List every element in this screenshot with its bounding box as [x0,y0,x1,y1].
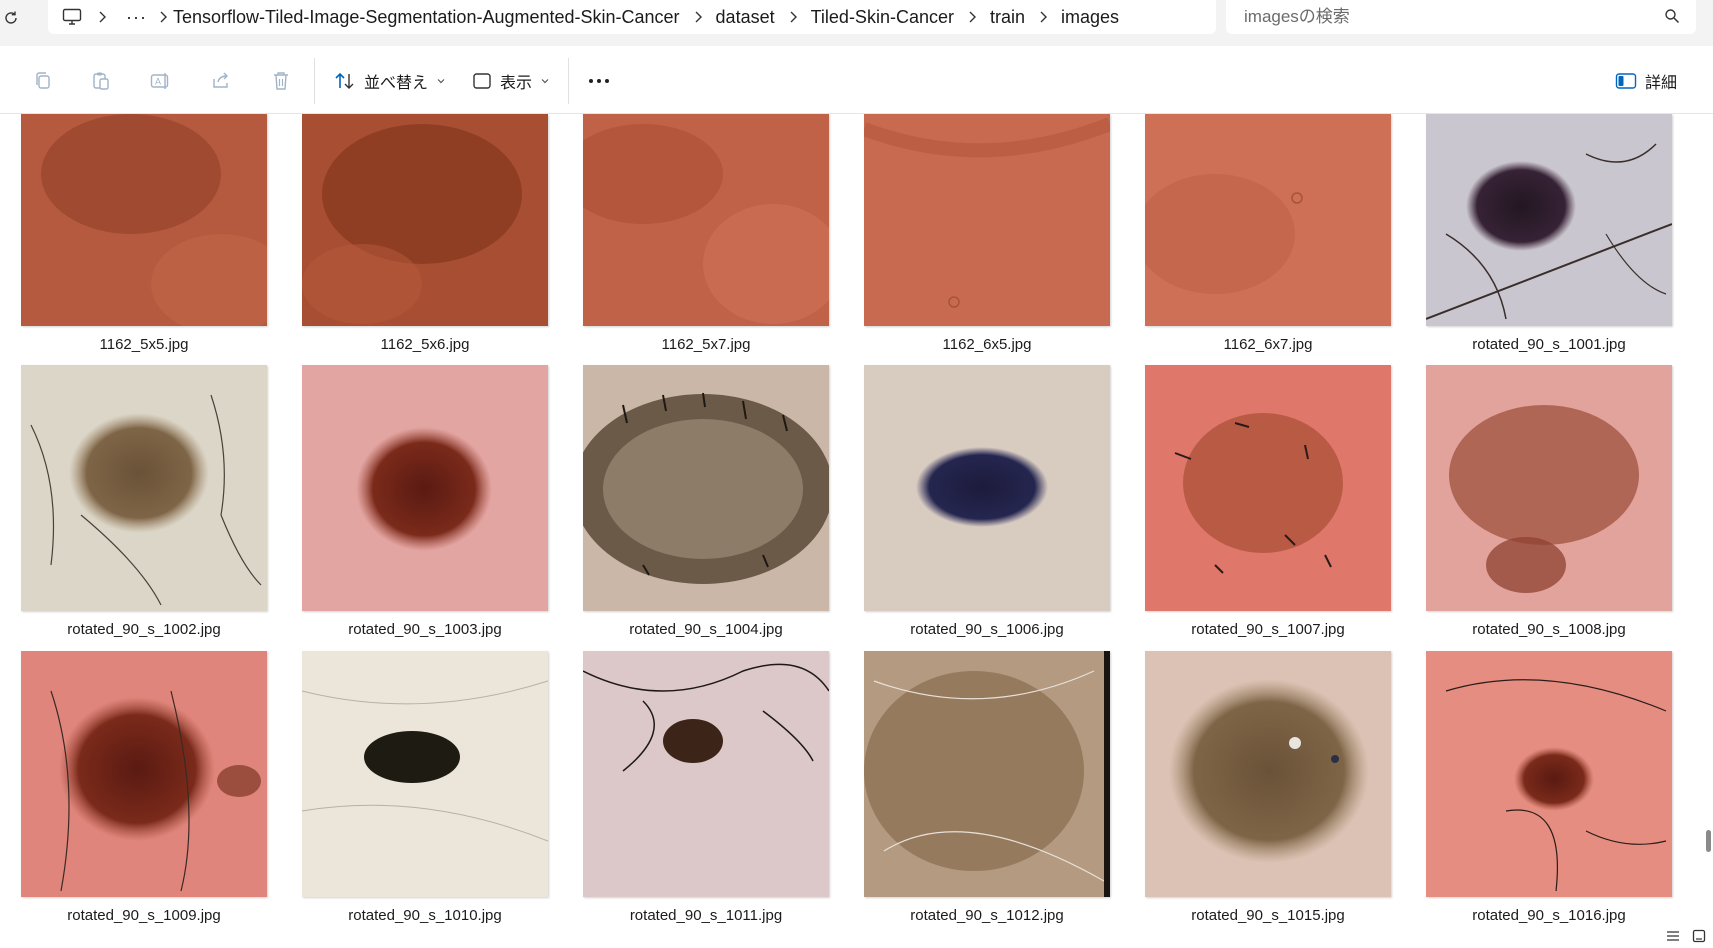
file-thumbnail [864,114,1110,326]
file-thumbnail [302,114,548,326]
toolbar-divider [314,58,315,104]
sort-label: 並べ替え [364,75,429,92]
copy-icon[interactable] [30,68,56,94]
file-name: rotated_90_s_1007.jpg [1191,621,1345,638]
file-name: rotated_90_s_1002.jpg [67,621,221,638]
file-name: rotated_90_s_1008.jpg [1472,621,1626,638]
chevron-right-icon[interactable] [1025,11,1061,23]
toolbar-divider [568,58,569,104]
more-options-button[interactable] [586,68,612,94]
chevron-right-icon[interactable] [680,11,716,23]
command-bar: A 並べ替え 表示 詳細 [0,46,1713,114]
refresh-icon[interactable] [0,4,22,32]
sort-icon [335,72,354,89]
file-name: 1162_5x7.jpg [661,336,751,353]
file-thumbnail [302,651,548,897]
details-pane-button[interactable]: 詳細 [1615,66,1677,96]
chevron-down-icon [541,79,549,84]
scrollbar-thumb[interactable] [1706,830,1711,852]
chevron-right-icon[interactable] [153,11,173,23]
file-thumbnail [21,365,267,611]
file-thumbnail [302,365,548,611]
file-thumbnail [21,651,267,897]
paste-icon[interactable] [88,68,114,94]
file-thumbnail [1426,365,1672,611]
file-thumbnail [583,651,829,897]
file-name: rotated_90_s_1006.jpg [910,621,1064,638]
view-button[interactable]: 表示 [472,66,550,96]
file-thumbnail [1426,114,1672,326]
breadcrumb-item-images[interactable]: images [1061,7,1119,28]
address-bar-row: ··· Tensorflow-Tiled-Image-Segmentation-… [0,0,1713,46]
search-box[interactable] [1226,0,1696,34]
breadcrumb[interactable]: ··· Tensorflow-Tiled-Image-Segmentation-… [48,0,1216,34]
breadcrumb-item-train[interactable]: train [990,7,1025,28]
breadcrumb-item-dataset[interactable]: dataset [716,7,775,28]
details-pane-icon [1615,73,1637,89]
file-thumbnail [1145,365,1391,611]
search-input[interactable] [1244,7,1644,27]
file-name: 1162_6x5.jpg [942,336,1032,353]
chevron-right-icon[interactable] [775,11,811,23]
file-thumbnail [1426,651,1672,897]
file-name: rotated_90_s_1001.jpg [1472,336,1626,353]
details-view-icon[interactable] [1664,928,1682,944]
breadcrumb-item-tiled-skin-cancer[interactable]: Tiled-Skin-Cancer [811,7,954,28]
file-name: 1162_5x5.jpg [99,336,189,353]
file-name: rotated_90_s_1004.jpg [629,621,783,638]
file-thumbnail [583,114,829,326]
view-label: 表示 [500,75,533,92]
chevron-down-icon [437,79,445,84]
svg-text:A: A [155,77,161,87]
file-name: rotated_90_s_1010.jpg [348,907,502,924]
vertical-scrollbar[interactable] [1704,114,1713,948]
file-thumbnail [1145,114,1391,326]
file-name: 1162_6x7.jpg [1223,336,1313,353]
file-name: 1162_5x6.jpg [380,336,470,353]
delete-icon[interactable] [268,68,294,94]
details-label: 詳細 [1644,75,1677,92]
breadcrumb-overflow-button[interactable]: ··· [120,7,153,28]
large-icons-view-icon[interactable] [1690,928,1708,944]
sort-button[interactable]: 並べ替え [334,66,446,96]
file-thumbnail [583,365,829,611]
breadcrumb-item-project[interactable]: Tensorflow-Tiled-Image-Segmentation-Augm… [173,7,680,28]
file-thumbnail [1145,651,1391,897]
file-name: rotated_90_s_1009.jpg [67,907,221,924]
chevron-right-icon[interactable] [84,11,120,23]
more-icon [589,79,609,83]
view-icon [473,73,491,89]
file-grid: 1162_5x5.jpg 1162_5x6.jpg 1162_5x7.jpg 1… [0,114,1700,948]
file-name: rotated_90_s_1016.jpg [1472,907,1626,924]
file-name: rotated_90_s_1011.jpg [629,907,783,924]
file-thumbnail [21,114,267,326]
rename-icon[interactable]: A [148,68,174,94]
search-icon[interactable] [1664,8,1682,26]
chevron-right-icon[interactable] [954,11,990,23]
this-pc-icon[interactable] [62,6,84,28]
file-thumbnail [864,651,1110,897]
file-name: rotated_90_s_1015.jpg [1191,907,1345,924]
file-thumbnail [864,365,1110,611]
share-icon[interactable] [208,68,234,94]
file-name: rotated_90_s_1003.jpg [348,621,502,638]
file-name: rotated_90_s_1012.jpg [910,907,1064,924]
